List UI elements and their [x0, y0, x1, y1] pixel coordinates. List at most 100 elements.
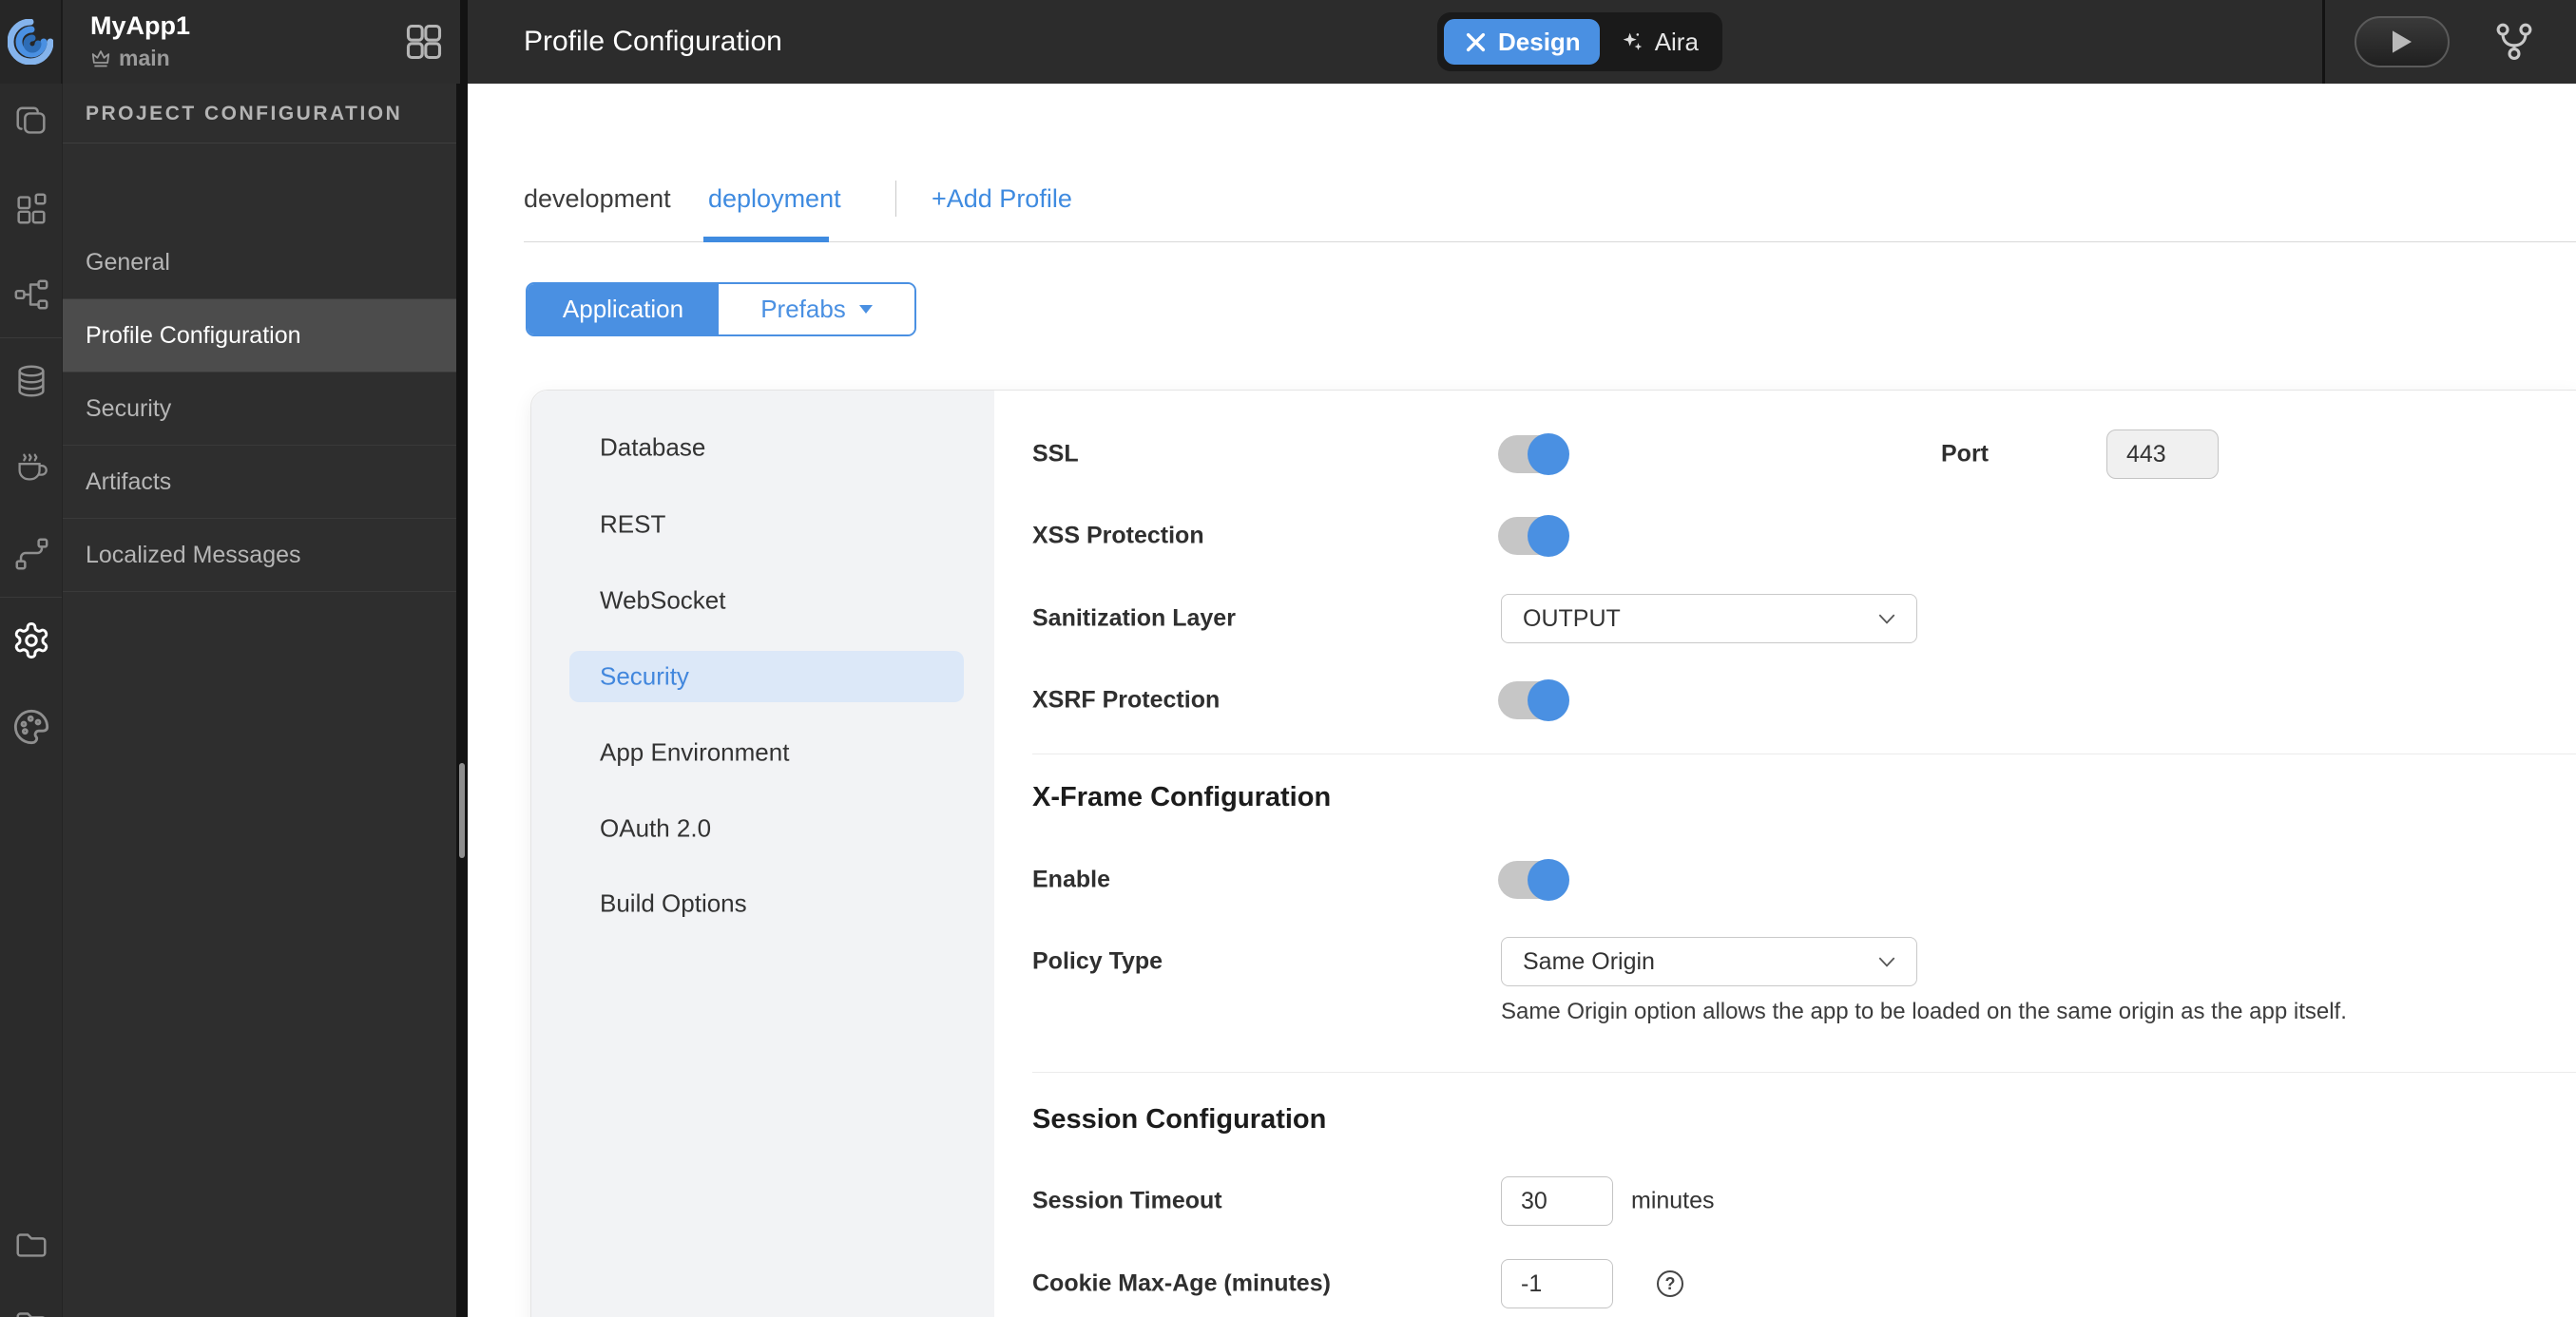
nav-item-database[interactable]: Database: [600, 433, 705, 463]
profile-settings-card: Database REST WebSocket Security App Env…: [530, 390, 2576, 1317]
design-tools-icon: [1463, 29, 1489, 55]
chevron-down-icon: [1878, 613, 1895, 624]
add-profile-button[interactable]: +Add Profile: [932, 175, 1072, 222]
cookie-max-age-input[interactable]: [1501, 1259, 1613, 1308]
xss-row: XSS Protection: [994, 507, 2576, 564]
sidebar-header: PROJECT CONFIGURATION: [86, 103, 403, 124]
design-label: Design: [1498, 27, 1581, 56]
xsrf-toggle-knob: [1528, 679, 1569, 721]
aira-label: Aira: [1654, 27, 1699, 56]
connector-icon[interactable]: [11, 534, 51, 574]
session-timeout-input[interactable]: [1501, 1176, 1613, 1226]
session-configuration-heading: Session Configuration: [1032, 1104, 1327, 1135]
ssl-row: SSL Port: [994, 426, 2576, 483]
aira-mode-button[interactable]: Aira: [1602, 19, 1716, 65]
policy-type-value: Same Origin: [1523, 947, 1655, 975]
scope-application-label: Application: [562, 295, 684, 323]
nav-item-websocket[interactable]: WebSocket: [600, 586, 725, 616]
folder-icon[interactable]: [11, 1225, 51, 1265]
app-grid-icon[interactable]: [403, 21, 445, 63]
xframe-enable-toggle[interactable]: [1498, 859, 1569, 901]
sanitization-layer-value: OUTPUT: [1523, 604, 1621, 632]
policy-type-row: Policy Type Same Origin: [994, 933, 2576, 990]
scope-application-button[interactable]: Application: [528, 284, 719, 334]
xframe-toggle-knob: [1528, 859, 1569, 901]
nav-item-rest[interactable]: REST: [600, 510, 665, 540]
hierarchy-icon[interactable]: [11, 275, 51, 315]
pages-icon[interactable]: [11, 102, 51, 142]
left-icon-rail: [0, 84, 63, 1317]
nav-item-app-environment[interactable]: App Environment: [600, 738, 789, 768]
share-branch-icon[interactable]: [2493, 21, 2535, 63]
ssl-toggle-knob: [1528, 433, 1569, 475]
sparkles-icon: [1619, 29, 1645, 55]
session-timeout-row: Session Timeout minutes: [994, 1173, 2576, 1230]
branch-name: main: [119, 46, 170, 70]
xframe-enable-row: Enable: [994, 851, 2576, 908]
ssl-toggle[interactable]: [1498, 433, 1569, 475]
sidebar-scrollbar-track: [456, 84, 468, 1317]
tab-deployment[interactable]: deployment: [708, 175, 841, 222]
caret-down-icon: [858, 305, 873, 314]
port-input[interactable]: [2106, 429, 2219, 479]
project-config-sidebar: PROJECT CONFIGURATION General Profile Co…: [63, 84, 456, 1317]
main-content: development deployment +Add Profile Appl…: [468, 84, 2576, 1317]
policy-type-select[interactable]: Same Origin: [1501, 937, 1917, 986]
branch-chip: main: [90, 46, 170, 71]
xss-protection-label: XSS Protection: [1032, 522, 1204, 549]
design-mode-button[interactable]: Design: [1444, 19, 1600, 65]
java-icon[interactable]: [11, 448, 51, 487]
xsrf-protection-toggle[interactable]: [1498, 679, 1569, 721]
sanitization-layer-select[interactable]: OUTPUT: [1501, 594, 1917, 643]
sidebar-item-artifacts[interactable]: Artifacts: [63, 446, 456, 519]
xss-toggle-knob: [1528, 515, 1569, 557]
app-info: MyApp1 main: [63, 0, 460, 84]
scope-switch: Application Prefabs: [526, 282, 916, 336]
tab-development[interactable]: development: [524, 175, 671, 222]
mode-switch: Design Aira: [1437, 12, 1722, 71]
xsrf-row: XSRF Protection: [994, 672, 2576, 729]
page-title: Profile Configuration: [524, 26, 782, 57]
help-icon[interactable]: ?: [1657, 1270, 1683, 1297]
theme-palette-icon[interactable]: [11, 707, 51, 747]
wave-logo-icon: [8, 19, 53, 65]
widgets-icon[interactable]: [11, 188, 51, 228]
nav-item-build-options[interactable]: Build Options: [600, 889, 747, 919]
folder-partial-icon[interactable]: [11, 1304, 51, 1317]
nav-item-oauth[interactable]: OAuth 2.0: [600, 814, 711, 844]
policy-type-label: Policy Type: [1032, 947, 1163, 975]
sanitization-row: Sanitization Layer OUTPUT: [994, 590, 2576, 647]
session-timeout-label: Session Timeout: [1032, 1187, 1222, 1214]
xframe-configuration-heading: X-Frame Configuration: [1032, 782, 1332, 812]
database-icon[interactable]: [11, 361, 51, 401]
xsrf-protection-label: XSRF Protection: [1032, 686, 1221, 714]
scope-prefabs-button[interactable]: Prefabs: [719, 284, 914, 334]
sidebar-item-general[interactable]: General: [63, 226, 456, 299]
sidebar-scrollbar-thumb[interactable]: [459, 763, 465, 858]
play-icon: [2393, 30, 2412, 53]
enable-label: Enable: [1032, 866, 1110, 893]
app-name: MyApp1: [90, 11, 191, 40]
sidebar-item-security[interactable]: Security: [63, 372, 456, 446]
cookie-max-age-row: Cookie Max-Age (minutes) ?: [994, 1255, 2576, 1312]
security-section-nav: Database REST WebSocket Security App Env…: [531, 391, 994, 1317]
security-settings-panel: SSL Port XSS Protection Sanitization Lay…: [994, 391, 2576, 1317]
xss-protection-toggle[interactable]: [1498, 515, 1569, 557]
tab-underline: [524, 241, 2576, 242]
section-divider: [1032, 1072, 2576, 1073]
settings-gear-icon[interactable]: [11, 620, 51, 660]
ssl-label: SSL: [1032, 440, 1079, 468]
rail-group-divider: [0, 337, 62, 338]
brand-logo: [0, 0, 63, 84]
topbar-right-divider: [2322, 0, 2325, 84]
sanitization-layer-label: Sanitization Layer: [1032, 604, 1236, 632]
session-timeout-unit: minutes: [1631, 1187, 1715, 1214]
run-app-button[interactable]: [2355, 16, 2450, 67]
sidebar-item-profile-configuration[interactable]: Profile Configuration: [63, 299, 456, 372]
policy-type-hint: Same Origin option allows the app to be …: [1501, 999, 2347, 1024]
branch-crown-icon: [90, 49, 111, 68]
sidebar-item-localized-messages[interactable]: Localized Messages: [63, 519, 456, 592]
topbar: MyApp1 main Profile Configuration Design…: [0, 0, 2576, 84]
nav-item-security[interactable]: Security: [600, 662, 689, 692]
tab-divider: [895, 181, 896, 217]
